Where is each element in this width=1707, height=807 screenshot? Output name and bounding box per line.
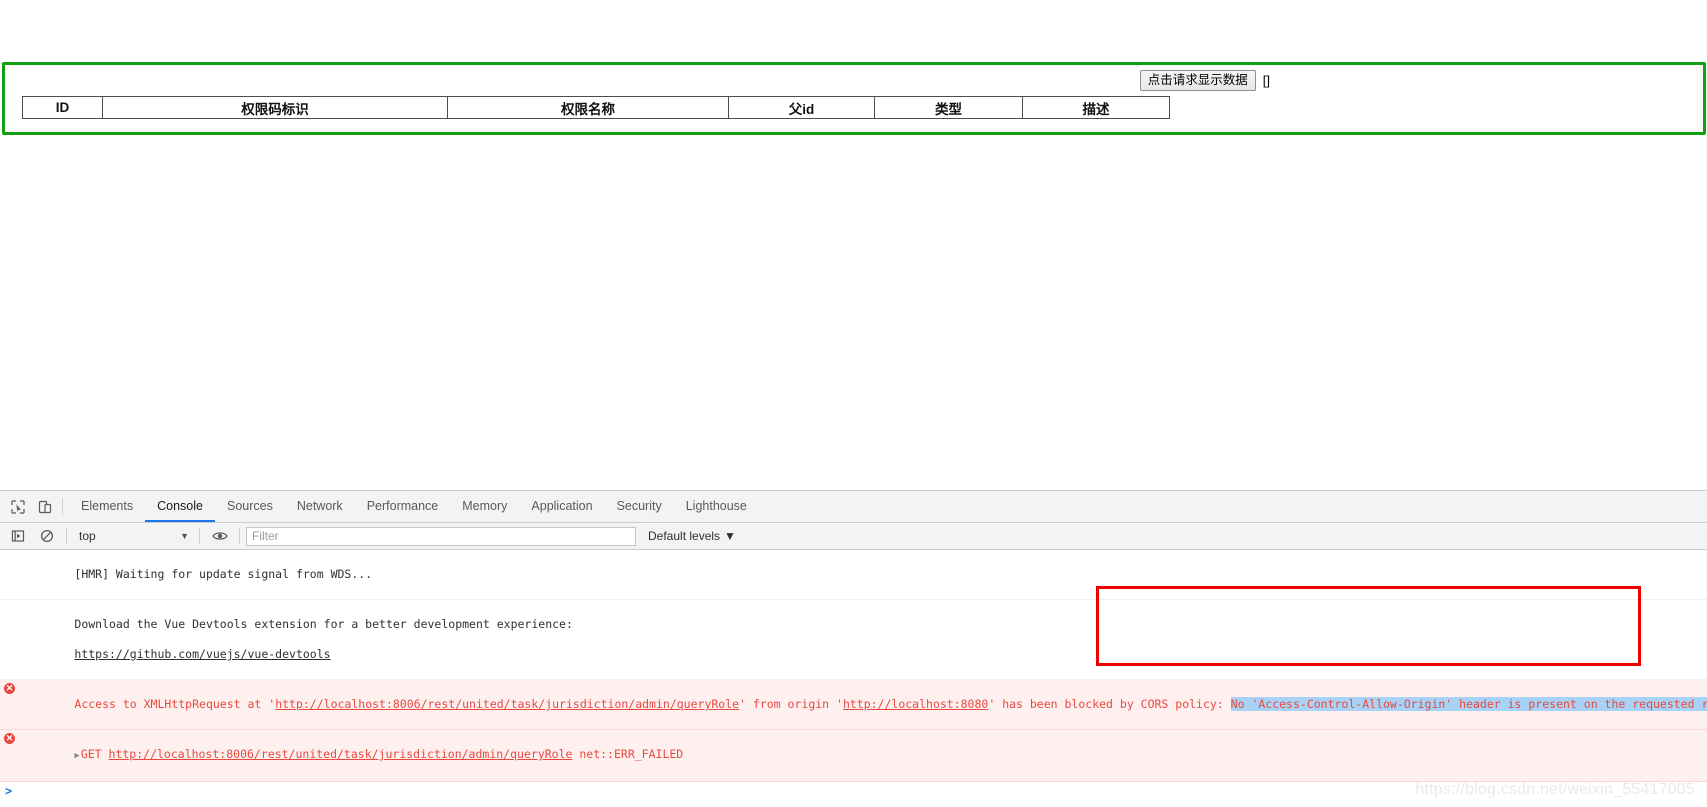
action-row: 点击请求显示数据 [] (5, 70, 1270, 91)
console-message-text: [HMR] Waiting for update signal from WDS… (74, 567, 373, 581)
log-levels-dropdown[interactable]: Default levels ▼ (648, 529, 736, 543)
cors-error-prefix: Access to XMLHttpRequest at ' (74, 697, 276, 711)
error-icon: ✕ (4, 733, 15, 744)
get-request-url[interactable]: http://localhost:8006/rest/united/task/j… (109, 747, 573, 761)
table-header-cell: 权限名称 (447, 96, 729, 119)
web-page-viewport: 点击请求显示数据 [] ID 权限码标识 权限名称 父id 类型 描述 (0, 0, 1707, 490)
table-header-cell: 类型 (874, 96, 1023, 119)
cors-error-mid: ' from origin ' (739, 697, 843, 711)
log-levels-label: Default levels (648, 529, 721, 543)
request-data-button[interactable]: 点击请求显示数据 (1139, 70, 1256, 91)
prompt-chevron-icon: > (5, 784, 13, 798)
console-message-text: Download the Vue Devtools extension for … (74, 617, 573, 631)
clear-console-icon[interactable] (33, 529, 60, 543)
execute-snippet-icon[interactable] (4, 529, 31, 543)
tab-network[interactable]: Network (285, 491, 355, 522)
console-message-cors-error[interactable]: ✕ Access to XMLHttpRequest at 'http://loc… (0, 680, 1707, 730)
console-message-hmr[interactable]: [HMR] Waiting for update signal from WDS… (0, 550, 1707, 600)
tab-sources[interactable]: Sources (215, 491, 285, 522)
tab-security[interactable]: Security (605, 491, 674, 522)
execution-context-select[interactable]: top ▼ (73, 527, 193, 546)
console-message-list[interactable]: [HMR] Waiting for update signal from WDS… (0, 550, 1707, 807)
table-header-cell: 描述 (1022, 96, 1170, 119)
get-error-status: net::ERR_FAILED (579, 747, 684, 761)
get-method-label: GET (80, 747, 102, 761)
devtools-tabbar: Elements Console Sources Network Perform… (0, 491, 1707, 523)
live-expression-icon[interactable] (206, 529, 233, 543)
permission-panel: 点击请求显示数据 [] ID 权限码标识 权限名称 父id 类型 描述 (2, 62, 1706, 135)
table-header-row: ID 权限码标识 权限名称 父id 类型 描述 (22, 96, 1170, 119)
cors-error-origin[interactable]: http://localhost:8080 (843, 697, 988, 711)
devtools-panel: Elements Console Sources Network Perform… (0, 490, 1707, 807)
chevron-down-icon: ▼ (180, 531, 189, 541)
chevron-down-icon: ▼ (724, 529, 736, 543)
table-header-cell: 父id (728, 96, 875, 119)
toolbar-divider (66, 528, 67, 544)
cors-error-mid2: ' has been blocked by CORS policy: (988, 697, 1231, 711)
cors-error-url[interactable]: http://localhost:8006/rest/united/task/j… (275, 697, 739, 711)
device-toolbar-icon[interactable] (31, 491, 58, 522)
console-message-get-failed[interactable]: ✕ ▶GET http://localhost:8006/rest/united/… (0, 730, 1707, 782)
tab-elements[interactable]: Elements (69, 491, 145, 522)
toolbar-divider (239, 528, 240, 544)
watermark: https://blog.csdn.net/weixin_55417005 (1415, 781, 1695, 798)
error-icon: ✕ (4, 683, 15, 694)
permission-table: ID 权限码标识 权限名称 父id 类型 描述 (22, 96, 1170, 119)
console-toolbar: top ▼ Default levels ▼ (0, 523, 1707, 550)
toolbar-divider (199, 528, 200, 544)
cors-error-selected-text: No 'Access-Control-Allow-Origin' header … (1230, 697, 1707, 711)
table-header-cell: ID (22, 96, 103, 119)
toolbar-divider (62, 498, 63, 515)
screenshot-root: 点击请求显示数据 [] ID 权限码标识 权限名称 父id 类型 描述 Elem… (0, 0, 1707, 807)
expand-arrow-icon[interactable]: ▶ (74, 749, 79, 764)
tab-memory[interactable]: Memory (450, 491, 519, 522)
tab-performance[interactable]: Performance (355, 491, 451, 522)
tab-lighthouse[interactable]: Lighthouse (674, 491, 759, 522)
console-message-vue-devtools[interactable]: Download the Vue Devtools extension for … (0, 600, 1707, 680)
filter-input[interactable] (246, 526, 636, 546)
inspect-element-icon[interactable] (4, 491, 31, 522)
tab-application[interactable]: Application (519, 491, 604, 522)
table-header-cell: 权限码标识 (102, 96, 448, 119)
vue-devtools-link[interactable]: https://github.com/vuejs/vue-devtools (74, 647, 330, 661)
data-output-text: [] (1262, 73, 1270, 88)
tab-console[interactable]: Console (145, 491, 215, 522)
execution-context-value: top (79, 529, 96, 543)
